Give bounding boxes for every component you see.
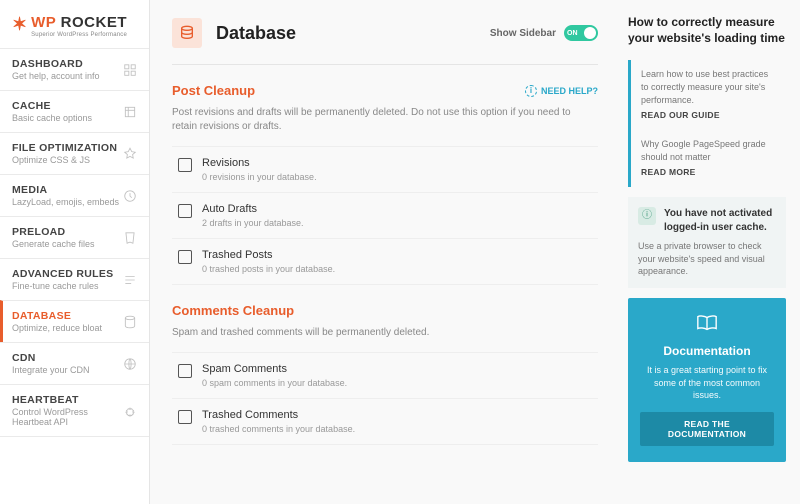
card-text: Learn how to use best practices to corre… [641,68,776,106]
option-title: Spam Comments [202,363,347,375]
content: Database Show Sidebar ON Post Cleanup iNE… [150,0,620,504]
nav-item-heartbeat[interactable]: HEARTBEATControl WordPress Heartbeat API [0,384,149,437]
nav-desc: Optimize CSS & JS [12,155,117,165]
toggle-label: Show Sidebar [490,28,556,39]
nav-icon [123,231,137,245]
database-icon [172,18,202,48]
logo: ✶ WP ROCKET Superior WordPress Performan… [0,0,149,48]
logo-icon: ✶ [12,14,27,35]
nav-desc: Optimize, reduce bloat [12,323,102,333]
nav-desc: Integrate your CDN [12,365,90,375]
nav-title: FILE OPTIMIZATION [12,142,117,154]
info-title: You have not activated logged-in user ca… [664,207,776,235]
nav-sidebar: ✶ WP ROCKET Superior WordPress Performan… [0,0,150,504]
option-title: Revisions [202,157,317,169]
option-row: Revisions 0 revisions in your database. [172,146,598,192]
option-sub: 0 trashed comments in your database. [202,424,355,434]
section-desc: Spam and trashed comments will be perman… [172,326,598,340]
option-row: Auto Drafts 2 drafts in your database. [172,192,598,238]
nav-desc: Basic cache options [12,113,92,123]
checkbox[interactable] [178,364,192,378]
nav-title: DATABASE [12,310,102,322]
right-title: How to correctly measure your website's … [628,14,786,46]
card-link[interactable]: READ MORE [641,167,776,179]
nav-title: DASHBOARD [12,58,100,70]
card-link[interactable]: READ OUR GUIDE [641,110,776,122]
nav-title: CDN [12,352,90,364]
section-desc: Post revisions and drafts will be perman… [172,106,598,134]
cache-info-card: ⓘ You have not activated logged-in user … [628,197,786,288]
nav-item-database[interactable]: DATABASEOptimize, reduce bloat [0,300,149,342]
checkbox[interactable] [178,410,192,424]
option-title: Auto Drafts [202,203,304,215]
checkbox[interactable] [178,204,192,218]
section-title: Post Cleanup [172,83,255,98]
option-sub: 2 drafts in your database. [202,218,304,228]
info-icon: ⓘ [638,207,656,225]
info-text: Use a private browser to check your webs… [638,240,776,278]
guide-card: Learn how to use best practices to corre… [628,60,786,130]
card-text: Why Google PageSpeed grade should not ma… [641,138,776,163]
option-row: Trashed Posts 0 trashed posts in your dat… [172,238,598,285]
checkbox[interactable] [178,250,192,264]
option-row: Trashed Comments 0 trashed comments in yo… [172,398,598,445]
doc-text: It is a great starting point to fix some… [640,364,774,402]
nav-item-media[interactable]: MEDIALazyLoad, emojis, embeds [0,174,149,216]
nav-desc: Fine-tune cache rules [12,281,113,291]
sidebar-toggle-wrap: Show Sidebar ON [490,25,598,41]
option-sub: 0 revisions in your database. [202,172,317,182]
sidebar-toggle[interactable]: ON [564,25,598,41]
nav-title: CACHE [12,100,92,112]
nav-item-advanced-rules[interactable]: ADVANCED RULESFine-tune cache rules [0,258,149,300]
nav-icon [123,147,137,161]
main: Database Show Sidebar ON Post Cleanup iNE… [150,0,800,504]
page-title: Database [216,23,476,44]
nav-icon [123,315,137,329]
doc-title: Documentation [640,344,774,358]
guide-card: Why Google PageSpeed grade should not ma… [628,130,786,187]
nav-desc: Get help, account info [12,71,100,81]
nav-item-file-optimization[interactable]: FILE OPTIMIZATIONOptimize CSS & JS [0,132,149,174]
need-help-link[interactable]: iNEED HELP? [525,85,598,97]
option-title: Trashed Comments [202,409,355,421]
page-header: Database Show Sidebar ON [172,18,598,65]
option-sub: 0 trashed posts in your database. [202,264,335,274]
logo-text: WP ROCKET [31,14,127,31]
nav-icon [123,357,137,371]
logo-tagline: Superior WordPress Performance [31,32,127,38]
read-doc-button[interactable]: READ THE DOCUMENTATION [640,412,774,446]
option-row: Spam Comments 0 spam comments in your dat… [172,352,598,398]
nav-title: ADVANCED RULES [12,268,113,280]
section-title: Comments Cleanup [172,303,294,318]
documentation-card: Documentation It is a great starting poi… [628,298,786,462]
nav-icon [123,273,137,287]
nav-item-dashboard[interactable]: DASHBOARDGet help, account info [0,48,149,90]
book-icon [640,314,774,338]
nav-icon [123,63,137,77]
option-title: Trashed Posts [202,249,335,261]
nav-title: PRELOAD [12,226,95,238]
nav-desc: LazyLoad, emojis, embeds [12,197,119,207]
nav-icon [123,189,137,203]
nav-title: MEDIA [12,184,119,196]
nav-desc: Generate cache files [12,239,95,249]
nav-item-cache[interactable]: CACHEBasic cache options [0,90,149,132]
right-panel: How to correctly measure your website's … [620,0,800,504]
option-sub: 0 spam comments in your database. [202,378,347,388]
nav-icon [123,105,137,119]
nav-item-cdn[interactable]: CDNIntegrate your CDN [0,342,149,384]
help-icon: i [525,85,537,97]
nav-icon [123,404,137,418]
checkbox[interactable] [178,158,192,172]
nav-item-preload[interactable]: PRELOADGenerate cache files [0,216,149,258]
nav-desc: Control WordPress Heartbeat API [12,407,123,427]
nav-title: HEARTBEAT [12,394,123,406]
